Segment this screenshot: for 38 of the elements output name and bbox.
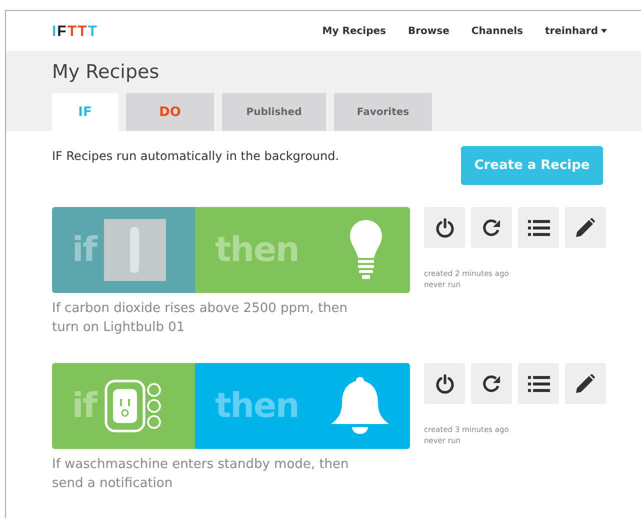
switch-icon: [104, 219, 166, 281]
recipe-description: If carbon dioxide rises above 2500 ppm, then turn on Lightbulb 01: [52, 300, 349, 337]
then-word: then: [215, 230, 299, 270]
tab[interactable]: DO: [126, 93, 214, 131]
nav-link[interactable]: Browse: [408, 26, 450, 36]
refresh-button[interactable]: [471, 207, 512, 248]
power-icon: [434, 374, 454, 394]
pencil-icon: [576, 218, 595, 237]
refresh-icon: [482, 218, 502, 238]
power-button[interactable]: [424, 207, 465, 248]
tab[interactable]: Favorites: [334, 93, 432, 131]
lightbulb-icon: [348, 219, 383, 281]
edit-button[interactable]: [565, 207, 606, 248]
intro-text: IF Recipes run automatically in the background.: [52, 149, 340, 163]
bell-icon: [328, 375, 391, 437]
then-word: then: [215, 386, 299, 426]
power-icon: [434, 218, 454, 238]
caret-icon: [601, 28, 607, 33]
user-menu[interactable]: treinhard: [545, 26, 607, 36]
page-title: My Recipes: [52, 61, 160, 83]
list-icon: [528, 374, 550, 392]
tab[interactable]: Published: [222, 93, 326, 131]
nav-link[interactable]: Channels: [471, 26, 523, 36]
list-button[interactable]: [518, 363, 559, 404]
pencil-icon: [576, 374, 595, 393]
create-recipe-button[interactable]: Create a Recipe: [461, 146, 603, 185]
ifttt-logo[interactable]: IFTTT: [52, 22, 322, 40]
tab[interactable]: IF: [52, 93, 118, 131]
list-icon: [528, 218, 550, 236]
refresh-button[interactable]: [471, 363, 512, 404]
power-button[interactable]: [424, 363, 465, 404]
nav-link[interactable]: My Recipes: [322, 26, 386, 36]
if-word: if: [72, 386, 96, 426]
edit-button[interactable]: [565, 363, 606, 404]
refresh-icon: [482, 374, 502, 394]
list-button[interactable]: [518, 207, 559, 248]
recipe-description: If waschmaschine enters standby mode, then send a notification: [52, 456, 350, 493]
if-word: if: [72, 230, 96, 270]
